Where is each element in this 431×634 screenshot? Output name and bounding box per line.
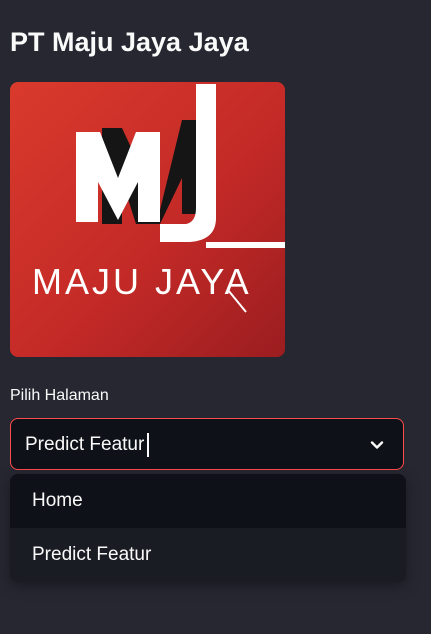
page-select-value-text: Predict Featur — [25, 434, 145, 455]
text-cursor — [147, 433, 150, 457]
page-select-dropdown: Home Predict Featur — [10, 474, 406, 582]
page-select[interactable]: Predict Featur — [10, 418, 404, 470]
logo-graphic: MAJU JAYA — [10, 82, 285, 357]
page-select-value[interactable]: Predict Featur — [25, 433, 150, 457]
logo-stripe — [206, 242, 285, 248]
chevron-down-icon[interactable] — [369, 437, 385, 453]
logo-wordmark: MAJU JAYA — [32, 261, 252, 302]
maju-jaya-logo: MAJU JAYA — [10, 82, 285, 357]
app-title: PT Maju Jaya Jaya — [10, 27, 249, 57]
option-home[interactable]: Home — [10, 474, 406, 528]
option-predict-featur[interactable]: Predict Featur — [10, 528, 406, 582]
page-select-label: Pilih Halaman — [10, 387, 109, 404]
